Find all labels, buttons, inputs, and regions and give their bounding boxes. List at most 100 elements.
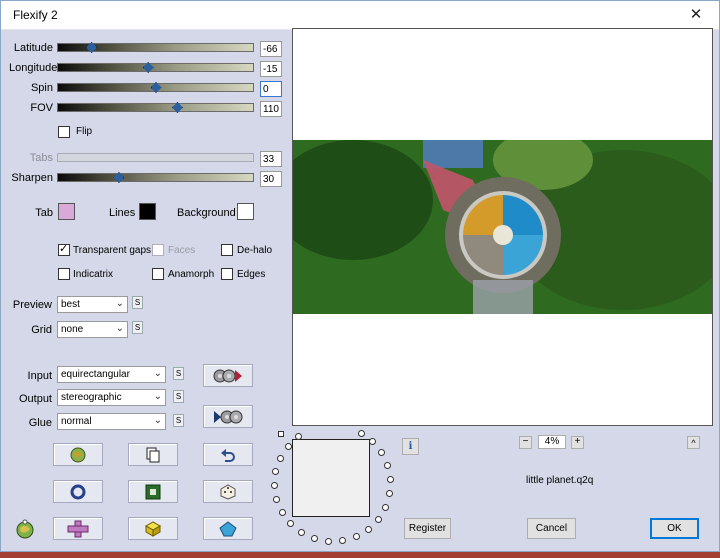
grid-select[interactable]: none ⌄ <box>57 321 128 338</box>
tab-position-dot[interactable] <box>386 475 394 483</box>
tab-position-dot[interactable] <box>378 449 386 457</box>
tab-position-dot[interactable] <box>369 438 377 446</box>
tab-position-dot[interactable] <box>284 442 292 450</box>
tab-position-dot[interactable] <box>364 525 372 533</box>
tab-position-dot[interactable] <box>311 535 319 543</box>
background-color-label: Background <box>177 207 236 219</box>
preview-s-button[interactable]: S <box>132 296 143 309</box>
sharpen-slider-thumb[interactable] <box>113 172 125 183</box>
transparent-gaps-label: Transparent gaps <box>73 245 152 256</box>
square-frame-button[interactable] <box>128 480 178 503</box>
faces-label: Faces <box>168 245 196 256</box>
chevron-down-icon: ⌄ <box>153 368 162 379</box>
tab-position-dot[interactable] <box>298 529 306 537</box>
latitude-slider[interactable] <box>57 42 254 53</box>
copy-button[interactable] <box>128 443 178 466</box>
tab-position-dot[interactable] <box>352 532 360 540</box>
longitude-slider[interactable] <box>57 62 254 73</box>
edges-checkbox[interactable] <box>221 268 233 280</box>
input-select[interactable]: equirectangular ⌄ <box>57 366 166 383</box>
ring-button[interactable] <box>53 480 103 503</box>
undo-button[interactable] <box>203 443 253 466</box>
cube-button[interactable] <box>128 517 178 540</box>
zoom-level: 4% <box>538 435 566 449</box>
tab-position-dot[interactable] <box>381 503 389 511</box>
collapse-button[interactable]: ^ <box>687 436 700 449</box>
faces-checkbox <box>152 244 164 256</box>
sharpen-label: Sharpen <box>11 172 53 184</box>
dice-button[interactable] <box>203 480 253 503</box>
longitude-slider-thumb[interactable] <box>142 62 154 73</box>
tab-position-dot[interactable] <box>324 537 332 545</box>
output-value: stereographic <box>61 392 122 403</box>
longitude-label: Longitude <box>9 62 58 74</box>
tab-position-dot[interactable] <box>287 520 295 528</box>
cross-button[interactable] <box>53 517 103 540</box>
fov-slider-thumb[interactable] <box>171 102 183 113</box>
latitude-slider-thumb[interactable] <box>86 42 98 53</box>
close-icon[interactable]: ✕ <box>673 1 719 29</box>
fov-slider[interactable] <box>57 102 254 113</box>
tab-position-dot[interactable] <box>294 433 302 441</box>
tab-position-dot[interactable] <box>276 454 284 462</box>
tabs-input[interactable]: 33 <box>260 151 282 167</box>
de-halo-checkbox[interactable] <box>221 244 233 256</box>
input-s-button[interactable]: S <box>173 367 184 380</box>
tab-position-dot[interactable] <box>374 515 382 523</box>
gem-button[interactable] <box>203 517 253 540</box>
globe-icon <box>70 447 86 462</box>
dice-icon <box>220 483 236 500</box>
fov-input[interactable]: 110 <box>260 101 282 117</box>
preview-panel[interactable] <box>292 28 713 426</box>
save-output-button[interactable] <box>203 405 253 428</box>
ring-icon <box>70 484 86 499</box>
output-label: Output <box>18 393 52 405</box>
ok-button[interactable]: OK <box>650 518 699 539</box>
transparent-gaps-checkbox[interactable] <box>58 242 70 256</box>
glue-select[interactable]: normal ⌄ <box>57 413 166 430</box>
zoom-in-button[interactable]: + <box>571 436 584 449</box>
cancel-label: Cancel <box>535 523 568 534</box>
spin-slider-thumb[interactable] <box>150 82 162 93</box>
thumbnail-preview[interactable] <box>292 439 370 517</box>
sharpen-slider[interactable] <box>57 172 254 183</box>
longitude-input[interactable]: -15 <box>260 61 282 77</box>
zoom-out-button[interactable]: − <box>519 436 532 449</box>
load-input-button[interactable] <box>203 364 253 387</box>
output-s-button[interactable]: S <box>173 390 184 403</box>
glue-s-button[interactable]: S <box>173 414 184 427</box>
tab-position-dot[interactable] <box>386 490 394 498</box>
preview-value: best <box>61 299 80 310</box>
tab-position-dot[interactable] <box>272 467 280 475</box>
lines-color-swatch[interactable] <box>139 203 156 220</box>
latitude-label: Latitude <box>13 42 53 54</box>
cube-icon <box>144 520 162 537</box>
register-button[interactable]: Register <box>404 518 451 539</box>
tab-position-dot[interactable] <box>339 537 347 545</box>
tab-position-dot[interactable] <box>358 429 365 437</box>
ok-label: OK <box>667 523 682 534</box>
output-select[interactable]: stereographic ⌄ <box>57 389 166 406</box>
grid-s-button[interactable]: S <box>132 321 143 334</box>
indicatrix-checkbox[interactable] <box>58 268 70 280</box>
latitude-input[interactable]: -66 <box>260 41 282 57</box>
background-color-swatch[interactable] <box>237 203 254 220</box>
info-button[interactable]: i <box>402 438 419 455</box>
tab-color-swatch[interactable] <box>58 203 75 220</box>
preview-select[interactable]: best ⌄ <box>57 296 128 313</box>
spin-input[interactable]: 0 <box>260 81 282 97</box>
chevron-down-icon: ⌄ <box>115 323 124 334</box>
flip-checkbox[interactable] <box>58 126 70 138</box>
sharpen-input[interactable]: 30 <box>260 171 282 187</box>
randomize-button[interactable] <box>53 443 103 466</box>
tab-position-dot[interactable] <box>273 495 281 503</box>
spin-slider[interactable] <box>57 82 254 93</box>
cancel-button[interactable]: Cancel <box>527 518 576 539</box>
de-halo-label: De-halo <box>237 245 273 256</box>
lines-color-label: Lines <box>109 207 136 219</box>
tab-position-dot[interactable] <box>278 509 286 516</box>
tab-position-dot[interactable] <box>271 482 279 490</box>
tab-position-dot[interactable] <box>384 462 392 470</box>
corner-handle[interactable] <box>278 431 284 437</box>
anamorph-checkbox[interactable] <box>152 268 164 280</box>
